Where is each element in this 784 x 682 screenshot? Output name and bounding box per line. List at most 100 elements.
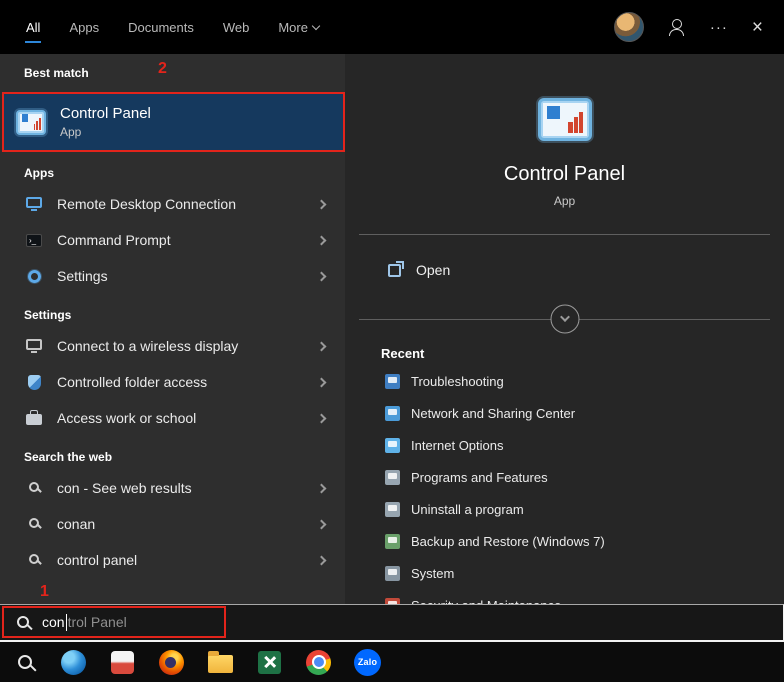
recent-item-backup-and-restore[interactable]: Backup and Restore (Windows 7): [345, 525, 784, 557]
section-header-settings: Settings: [0, 294, 345, 328]
windows-search-flyout: All Apps Documents Web More ··· × Best m…: [0, 0, 784, 682]
taskbar-search-button[interactable]: [0, 642, 49, 682]
recent-item-security-and-maintenance[interactable]: Security and Maintenance: [345, 589, 784, 604]
recent-item-system[interactable]: System: [345, 557, 784, 589]
troubleshooting-icon: [385, 374, 400, 389]
briefcase-icon: [26, 414, 42, 425]
result-access-work-or-school[interactable]: Access work or school: [0, 400, 345, 436]
chevron-right-icon[interactable]: [317, 483, 327, 493]
result-settings[interactable]: Settings: [0, 258, 345, 294]
more-options-icon[interactable]: ···: [710, 20, 728, 35]
annotation-box-best-match: Control Panel App: [2, 92, 345, 152]
tab-all[interactable]: All: [25, 0, 41, 54]
taskbar-edge-button[interactable]: [49, 642, 98, 682]
taskbar-file-explorer-button[interactable]: [196, 642, 245, 682]
search-icon: [18, 655, 32, 669]
network-icon: [385, 406, 400, 421]
search-filter-bar: All Apps Documents Web More ··· ×: [0, 0, 784, 54]
account-icon[interactable]: [668, 18, 686, 36]
chevron-right-icon[interactable]: [317, 377, 327, 387]
best-match-subtitle: App: [60, 125, 151, 139]
chrome-icon: [306, 650, 331, 675]
result-remote-desktop-connection[interactable]: Remote Desktop Connection: [0, 186, 345, 222]
best-match-title: Control Panel: [60, 105, 151, 122]
user-avatar[interactable]: [614, 12, 644, 42]
recent-item-programs-and-features[interactable]: Programs and Features: [345, 461, 784, 493]
tab-web[interactable]: Web: [222, 0, 251, 54]
gear-icon: [28, 270, 41, 283]
internet-options-icon: [385, 438, 400, 453]
recent-item-troubleshooting[interactable]: Troubleshooting: [345, 365, 784, 397]
recent-item-network-sharing-center[interactable]: Network and Sharing Center: [345, 397, 784, 429]
search-typed-text: con: [42, 614, 65, 630]
wireless-display-icon: [26, 339, 42, 350]
zalo-icon: Zalo: [354, 649, 381, 676]
open-icon: [388, 264, 401, 277]
system-icon: [385, 566, 400, 581]
annotation-step-1: 1: [40, 583, 345, 602]
recent-item-uninstall-a-program[interactable]: Uninstall a program: [345, 493, 784, 525]
expand-button[interactable]: [550, 305, 579, 334]
file-explorer-icon: [208, 655, 233, 673]
annotation-box-search-input: con trol Panel: [2, 606, 226, 638]
result-connect-wireless-display[interactable]: Connect to a wireless display: [0, 328, 345, 364]
section-header-best-match: Best match: [0, 54, 345, 86]
backup-restore-icon: [385, 534, 400, 549]
filter-tabs: All Apps Documents Web More: [0, 0, 320, 54]
tab-apps[interactable]: Apps: [68, 0, 100, 54]
search-icon: [29, 482, 39, 492]
preview-hero: Control Panel App: [345, 54, 784, 208]
taskbar-pinned-app-button[interactable]: [98, 642, 147, 682]
open-action[interactable]: Open: [345, 235, 784, 305]
taskbar: Zalo: [0, 642, 784, 682]
search-icon: [17, 616, 29, 628]
web-result-con[interactable]: con - See web results: [0, 470, 345, 506]
section-header-search-the-web: Search the web: [0, 436, 345, 470]
firefox-icon: [159, 650, 184, 675]
preview-subtitle: App: [554, 194, 575, 208]
result-controlled-folder-access[interactable]: Controlled folder access: [0, 364, 345, 400]
pinned-app-icon: [111, 651, 134, 674]
web-result-conan[interactable]: conan: [0, 506, 345, 542]
chevron-right-icon[interactable]: [317, 341, 327, 351]
expand-divider: [359, 319, 770, 320]
chevron-right-icon[interactable]: [317, 235, 327, 245]
taskbar-firefox-button[interactable]: [147, 642, 196, 682]
chevron-right-icon[interactable]: [317, 555, 327, 565]
chevron-right-icon[interactable]: [317, 199, 327, 209]
programs-icon: [385, 470, 400, 485]
control-panel-icon-large: [538, 98, 592, 141]
tab-more[interactable]: More: [277, 0, 320, 54]
excel-icon: [258, 651, 281, 674]
shield-icon: [28, 375, 41, 390]
recent-list: Troubleshooting Network and Sharing Cent…: [345, 365, 784, 604]
search-suggestion-text: trol Panel: [68, 614, 127, 630]
preview-panel: Control Panel App Open Recent Troublesho…: [345, 54, 784, 604]
section-header-apps: Apps: [0, 152, 345, 186]
chevron-right-icon[interactable]: [317, 519, 327, 529]
search-input[interactable]: con trol Panel: [42, 614, 127, 631]
uninstall-icon: [385, 502, 400, 517]
web-result-control-panel[interactable]: control panel: [0, 542, 345, 578]
recent-item-internet-options[interactable]: Internet Options: [345, 429, 784, 461]
chevron-down-icon: [560, 312, 570, 322]
open-label: Open: [416, 262, 450, 278]
taskbar-zalo-button[interactable]: Zalo: [343, 642, 392, 682]
chevron-right-icon[interactable]: [317, 271, 327, 281]
remote-desktop-icon: [26, 197, 42, 208]
taskbar-chrome-button[interactable]: [294, 642, 343, 682]
results-panel: Best match 2 Control Panel App Apps Remo…: [0, 54, 345, 604]
best-match-result-control-panel[interactable]: Control Panel App: [4, 94, 343, 150]
header-actions: ··· ×: [614, 0, 784, 54]
text-cursor: [66, 614, 67, 631]
edge-icon: [61, 650, 86, 675]
control-panel-icon: [16, 110, 46, 135]
result-command-prompt[interactable]: Command Prompt: [0, 222, 345, 258]
chevron-right-icon[interactable]: [317, 413, 327, 423]
search-input-bar[interactable]: con trol Panel: [0, 604, 784, 642]
tab-documents[interactable]: Documents: [127, 0, 195, 54]
close-icon[interactable]: ×: [752, 18, 764, 37]
taskbar-excel-button[interactable]: [245, 642, 294, 682]
search-icon: [29, 518, 39, 528]
search-icon: [29, 554, 39, 564]
